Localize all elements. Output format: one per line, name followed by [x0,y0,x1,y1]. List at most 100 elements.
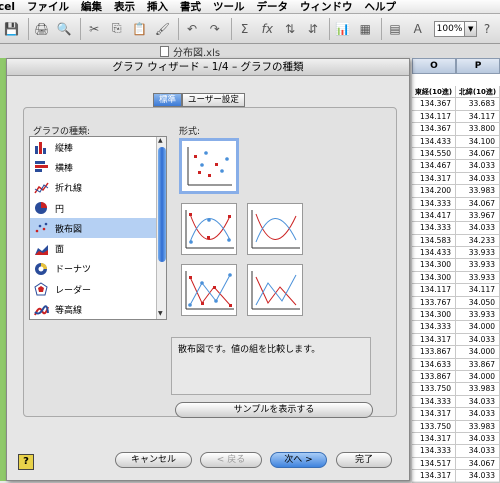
table-cell[interactable]: 34.100 [456,136,500,148]
copy-icon[interactable]: ⎘ [107,19,127,39]
table-cell[interactable]: 134.200 [412,185,456,197]
list-scrollbar[interactable]: ▲ ▼ [156,137,166,319]
table-cell[interactable]: 34.033 [456,445,500,457]
save-icon[interactable]: 💾 [2,19,22,39]
table-cell[interactable]: 134.633 [412,359,456,371]
format-painter-icon[interactable]: 🖌 [152,19,172,39]
table-cell[interactable]: 134.367 [412,98,456,110]
table-cell[interactable]: 33.983 [456,421,500,433]
table-cell[interactable]: 133.867 [412,371,456,383]
table-cell[interactable]: 134.467 [412,160,456,172]
table-cell[interactable]: 134.333 [412,396,456,408]
subtype-scatter-markers[interactable] [179,138,239,194]
column-header-p[interactable]: P [456,58,500,74]
print-preview-icon[interactable]: 🔍 [54,19,74,39]
table-cell[interactable]: 134.300 [412,272,456,284]
preview-sample-button[interactable]: サンプルを表示する [175,402,373,418]
table-cell[interactable]: 33.933 [456,259,500,271]
list-item[interactable]: 面 [30,238,166,258]
list-item[interactable]: 散布図 [30,218,166,238]
table-cell[interactable]: 134.550 [412,148,456,160]
table-cell[interactable]: 33.983 [456,185,500,197]
table-cell[interactable]: 34.067 [456,458,500,470]
table-cell[interactable]: 34.117 [456,111,500,123]
table-cell[interactable]: 34.000 [456,321,500,333]
menu-edit[interactable]: 編集 [81,0,102,14]
table-cell[interactable]: 134.517 [412,458,456,470]
list-item[interactable]: 折れ線 [30,178,166,198]
table-cell[interactable]: 134.583 [412,235,456,247]
list-item[interactable]: 横棒 [30,157,166,177]
table-cell[interactable]: 133.750 [412,383,456,395]
table-cell[interactable]: 134.433 [412,136,456,148]
sort-descending-icon[interactable]: ⇵ [303,19,323,39]
table-cell[interactable]: 34.033 [456,334,500,346]
table-cell[interactable]: 133.767 [412,297,456,309]
help-assistant-icon[interactable]: ? [477,19,497,39]
menu-window[interactable]: ウィンドウ [300,0,353,14]
menu-tools[interactable]: ツール [213,0,245,14]
table-cell[interactable]: 34.033 [456,433,500,445]
table-cell[interactable]: 33.800 [456,123,500,135]
table-cell[interactable]: 34.067 [456,198,500,210]
table-cell[interactable]: 134.333 [412,198,456,210]
table-cell[interactable]: 34.033 [456,222,500,234]
menu-view[interactable]: 表示 [114,0,135,14]
print-icon[interactable]: 🖨 [32,19,52,39]
table-cell[interactable]: 34.000 [456,346,500,358]
menu-file[interactable]: ファイル [27,0,69,14]
scroll-up-icon[interactable]: ▲ [158,137,163,144]
table-cell[interactable]: 33.867 [456,359,500,371]
table-cell[interactable]: 134.117 [412,111,456,123]
list-item[interactable]: レーダー [30,279,166,299]
table-cell[interactable]: 34.233 [456,235,500,247]
menu-help[interactable]: ヘルプ [364,0,396,14]
zoom-field[interactable]: 100% [434,21,466,37]
table-cell[interactable]: 134.300 [412,309,456,321]
sort-ascending-icon[interactable]: ⇅ [280,19,300,39]
cancel-button[interactable]: キャンセル [115,452,192,468]
scroll-down-icon[interactable]: ▼ [158,310,163,317]
table-cell[interactable]: 34.033 [456,173,500,185]
function-icon[interactable]: fx [257,19,277,39]
menu-format[interactable]: 書式 [180,0,201,14]
table-cell[interactable]: 33.983 [456,383,500,395]
list-item[interactable]: 等高線 [30,299,166,319]
back-button[interactable]: < 戻る [200,452,262,468]
table-cell[interactable]: 33.967 [456,210,500,222]
list-item[interactable]: ドーナツ [30,259,166,279]
subtype-scatter-smooth[interactable] [247,203,303,255]
table-cell[interactable]: 34.117 [456,284,500,296]
table-cell[interactable]: 33.933 [456,309,500,321]
table-cell[interactable]: 34.000 [456,371,500,383]
column-header-o[interactable]: O [412,58,456,74]
list-item[interactable]: 円 [30,198,166,218]
table-cell[interactable]: 134.300 [412,259,456,271]
gallery-icon[interactable]: ▤ [385,19,405,39]
redo-icon[interactable]: ↷ [205,19,225,39]
subtype-scatter-smooth-markers[interactable] [181,203,237,255]
table-cell[interactable]: 34.033 [456,408,500,420]
finish-button[interactable]: 完了 [336,452,392,468]
menu-insert[interactable]: 挿入 [147,0,168,14]
scroll-thumb[interactable] [158,147,166,262]
app-menu[interactable]: cel [0,1,15,13]
autosum-icon[interactable]: Σ [235,19,255,39]
subtype-scatter-lines-markers[interactable] [181,264,237,316]
chart-wizard-icon[interactable]: 📊 [333,19,353,39]
table-cell[interactable]: 133.867 [412,346,456,358]
tab-custom[interactable]: ユーザー設定 [182,93,245,107]
table-cell[interactable]: 北緯(10進) [456,86,500,98]
table-cell[interactable]: 134.417 [412,210,456,222]
table-cell[interactable]: 134.333 [412,321,456,333]
table-cell[interactable]: 134.333 [412,222,456,234]
help-icon[interactable]: ? [18,454,34,470]
table-cell[interactable]: 134.317 [412,173,456,185]
table-cell[interactable]: 34.067 [456,148,500,160]
table-cell[interactable]: 134.433 [412,247,456,259]
drawing-icon[interactable]: ▦ [355,19,375,39]
list-item[interactable]: 縦棒 [30,137,166,157]
table-cell[interactable]: 34.033 [456,160,500,172]
table-cell[interactable]: 33.683 [456,98,500,110]
table-cell[interactable]: 134.367 [412,123,456,135]
